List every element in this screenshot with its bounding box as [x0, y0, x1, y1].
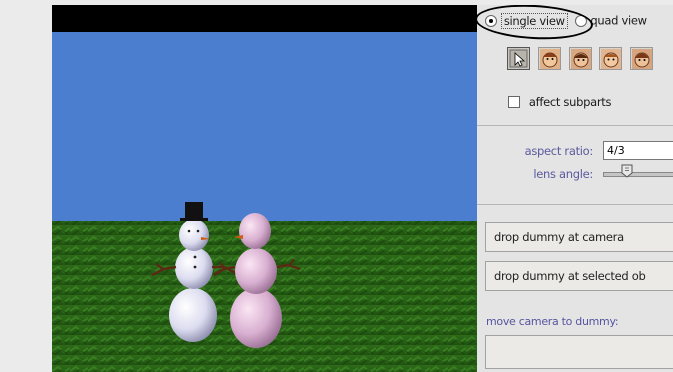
tool-palette: [507, 47, 657, 70]
affect-subparts-checkbox[interactable]: [508, 95, 520, 108]
lens-angle-slider[interactable]: [603, 172, 673, 177]
divider: [477, 204, 673, 205]
affect-subparts-row: affect subparts: [508, 94, 612, 109]
viewport-top-bar: [52, 5, 477, 32]
quad-view-label[interactable]: quad view: [590, 14, 647, 28]
character-face-2-icon[interactable]: [568, 47, 592, 70]
move-camera-label: move camera to dummy:: [486, 315, 619, 328]
aspect-ratio-label: aspect ratio:: [524, 144, 594, 158]
aspect-ratio-input[interactable]: [603, 141, 673, 160]
sky: [52, 32, 477, 221]
affect-subparts-label[interactable]: affect subparts: [529, 95, 612, 109]
scene-canvas[interactable]: [52, 5, 477, 372]
character-face-3-icon[interactable]: [599, 47, 623, 70]
divider: [477, 125, 673, 126]
character-face-4-icon[interactable]: [630, 47, 654, 70]
view-mode-group: single view quad view: [485, 12, 647, 29]
single-view-radio[interactable]: [485, 14, 497, 27]
single-view-label[interactable]: single view: [500, 12, 568, 29]
drop-dummy-at-camera-button[interactable]: drop dummy at camera: [485, 222, 673, 252]
character-face-1-icon[interactable]: [537, 47, 561, 70]
lens-angle-label: lens angle:: [533, 167, 593, 181]
lens-angle-slider-thumb[interactable]: [621, 164, 633, 178]
3d-viewport[interactable]: [52, 5, 477, 372]
select-arrow-icon[interactable]: [507, 47, 530, 70]
quad-view-radio[interactable]: [574, 14, 587, 27]
control-panel: single view quad view affect subparts as…: [477, 5, 673, 372]
move-camera-dropdown[interactable]: [485, 335, 673, 369]
drop-dummy-at-selected-button[interactable]: drop dummy at selected ob: [485, 261, 673, 291]
